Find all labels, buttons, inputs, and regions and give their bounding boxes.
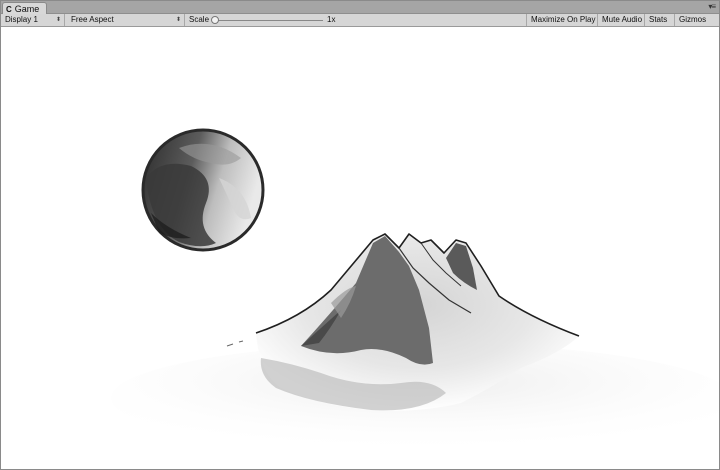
dropdown-arrow-icon: ⬍ [55,17,61,23]
scale-value: 1x [327,15,336,24]
scale-slider-thumb[interactable] [211,16,219,24]
window-menu-icon[interactable]: ▾≡ [708,2,716,11]
dropdown-arrow-icon: ⬍ [175,17,181,23]
game-icon: C [6,4,12,14]
game-viewport[interactable] [1,28,719,469]
maximize-on-play-toggle[interactable]: Maximize On Play [526,14,599,26]
game-window: C Game ▾≡ Display 1 ⬍ Free Aspect ⬍ Scal… [0,0,720,470]
stats-toggle[interactable]: Stats [644,14,671,26]
gizmos-dropdown[interactable]: Gizmos [674,14,710,26]
scale-slider-track[interactable] [213,20,323,21]
display-dropdown[interactable]: Display 1 ⬍ [1,14,65,26]
aspect-dropdown-label: Free Aspect [71,15,114,24]
scene-render [111,128,719,453]
tab-bar: C Game ▾≡ [1,1,719,15]
mute-audio-toggle[interactable]: Mute Audio [597,14,646,26]
moon-sphere [141,128,265,252]
scale-label: Scale [189,15,210,24]
game-toolbar: Display 1 ⬍ Free Aspect ⬍ Scale 1x Maxim… [1,14,719,27]
aspect-dropdown[interactable]: Free Aspect ⬍ [67,14,185,26]
tab-game-label: Game [14,3,40,14]
display-dropdown-label: Display 1 [5,15,38,24]
